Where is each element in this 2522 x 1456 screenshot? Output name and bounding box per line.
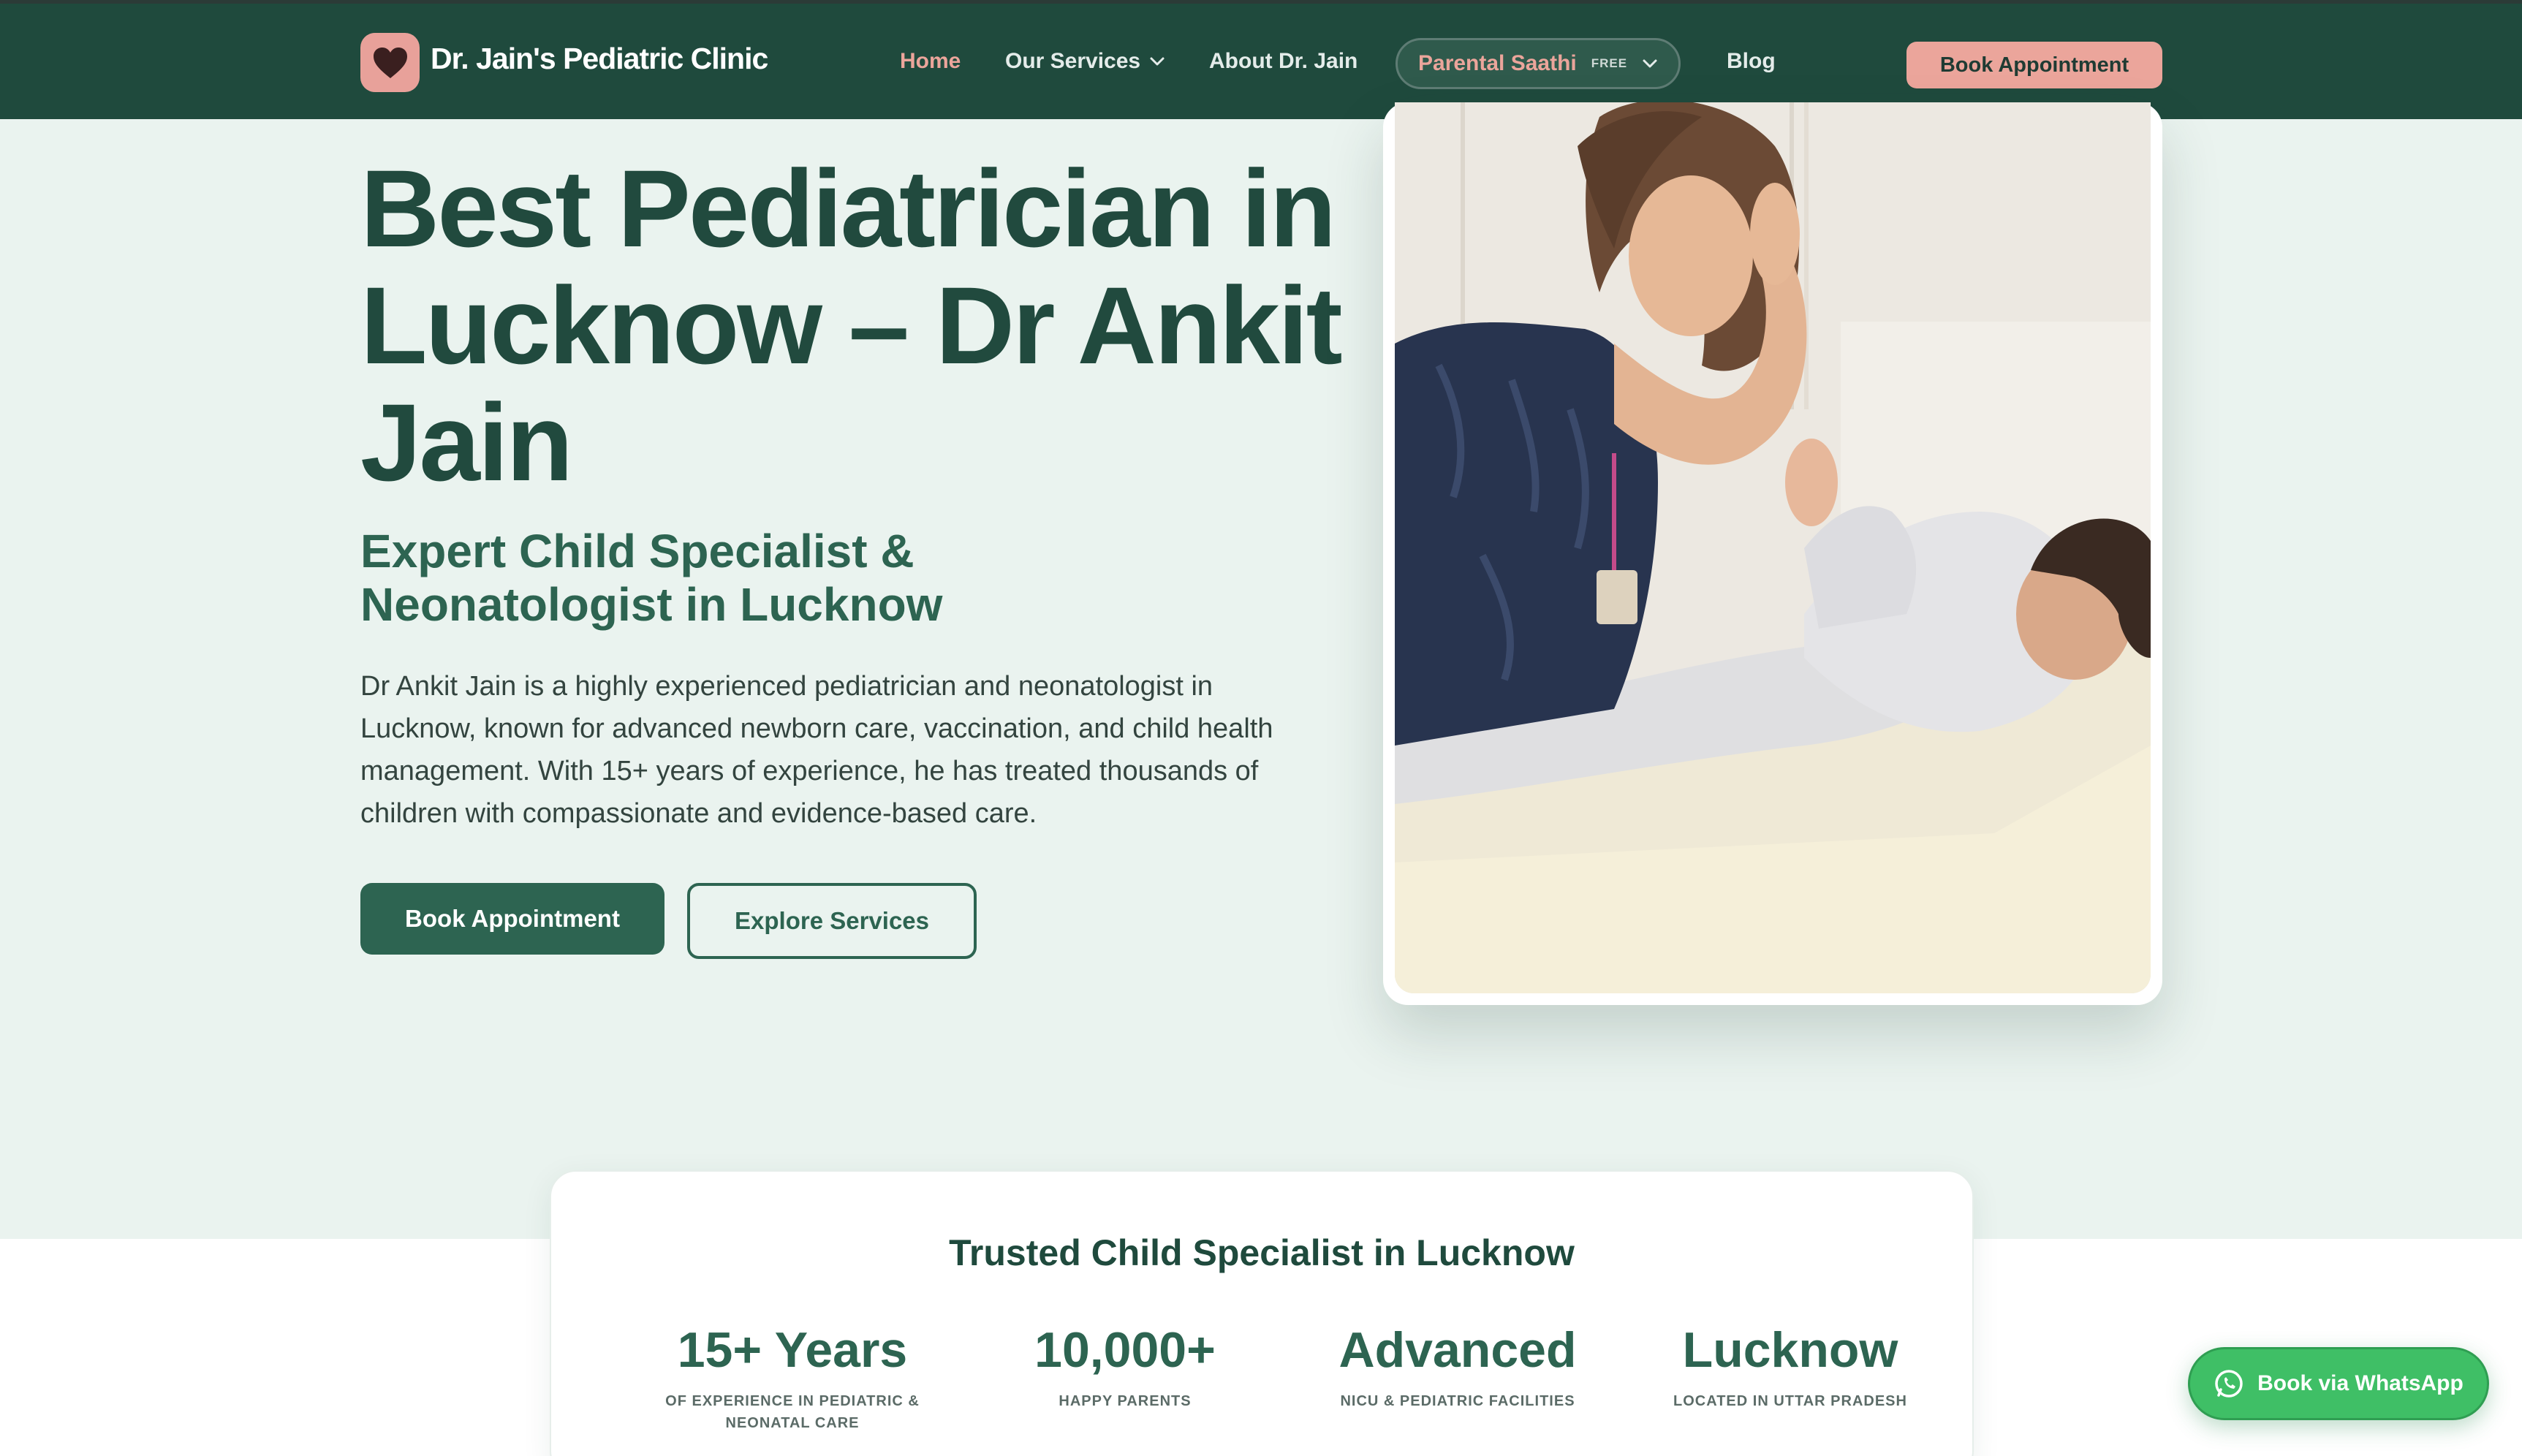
stat-value: Lucknow (1682, 1322, 1898, 1378)
nav-our-services[interactable]: Our Services (1005, 49, 1165, 74)
nav-our-services-label: Our Services (1005, 49, 1141, 73)
trust-title: Trusted Child Specialist in Lucknow (949, 1232, 1575, 1273)
doctor-child-photo (1395, 102, 2151, 993)
nav-parental-saathi[interactable]: Parental Saathi FREE (1396, 38, 1681, 89)
stat-label: LOCATED IN UTTAR PRADESH (1673, 1393, 1907, 1409)
trust-stats-card: Trusted Child Specialist in Lucknow 15+ … (550, 1170, 1974, 1456)
stat-experience: 15+ Years OF EXPERIENCE IN PEDIATRIC & N… (639, 1322, 946, 1434)
whatsapp-icon (2215, 1370, 2243, 1398)
whatsapp-booking-button[interactable]: Book via WhatsApp (2188, 1347, 2489, 1420)
chevron-down-icon (1643, 59, 1657, 68)
hero-subtitle: Expert Child Specialist & Neonatologist … (360, 525, 943, 631)
parental-saathi-label: Parental Saathi (1418, 51, 1577, 75)
header-book-appointment-button[interactable]: Book Appointment (1906, 42, 2162, 88)
nav-about[interactable]: About Dr. Jain (1209, 49, 1357, 74)
stat-facilities: Advanced NICU & PEDIATRIC FACILITIES (1304, 1322, 1611, 1412)
nav-home[interactable]: Home (900, 49, 961, 74)
brand-name[interactable]: Dr. Jain's Pediatric Clinic (431, 42, 768, 76)
explore-services-button[interactable]: Explore Services (687, 883, 977, 959)
heart-logo-icon[interactable] (360, 33, 420, 92)
whatsapp-label: Book via WhatsApp (2257, 1371, 2464, 1395)
hero-book-appointment-button[interactable]: Book Appointment (360, 883, 664, 955)
chevron-down-icon (1150, 57, 1165, 66)
free-badge: FREE (1591, 56, 1628, 70)
stat-value: 15+ Years (677, 1322, 908, 1378)
stat-happy-parents: 10,000+ HAPPY PARENTS (972, 1322, 1279, 1412)
hero-title: Best Pediatrician in Lucknow – Dr Ankit … (360, 147, 1343, 504)
nav-blog[interactable]: Blog (1727, 49, 1776, 74)
stat-label: NICU & PEDIATRIC FACILITIES (1340, 1393, 1575, 1409)
hero-image-card (1383, 102, 2162, 1005)
stat-label: OF EXPERIENCE IN PEDIATRIC & NEONATAL CA… (665, 1393, 920, 1431)
stat-location: Lucknow LOCATED IN UTTAR PRADESH (1637, 1322, 1944, 1412)
stat-value: 10,000+ (1034, 1322, 1216, 1378)
hero-description: Dr Ankit Jain is a highly experienced pe… (360, 671, 1273, 829)
stat-value: Advanced (1338, 1322, 1577, 1378)
stat-label: HAPPY PARENTS (1059, 1393, 1192, 1409)
